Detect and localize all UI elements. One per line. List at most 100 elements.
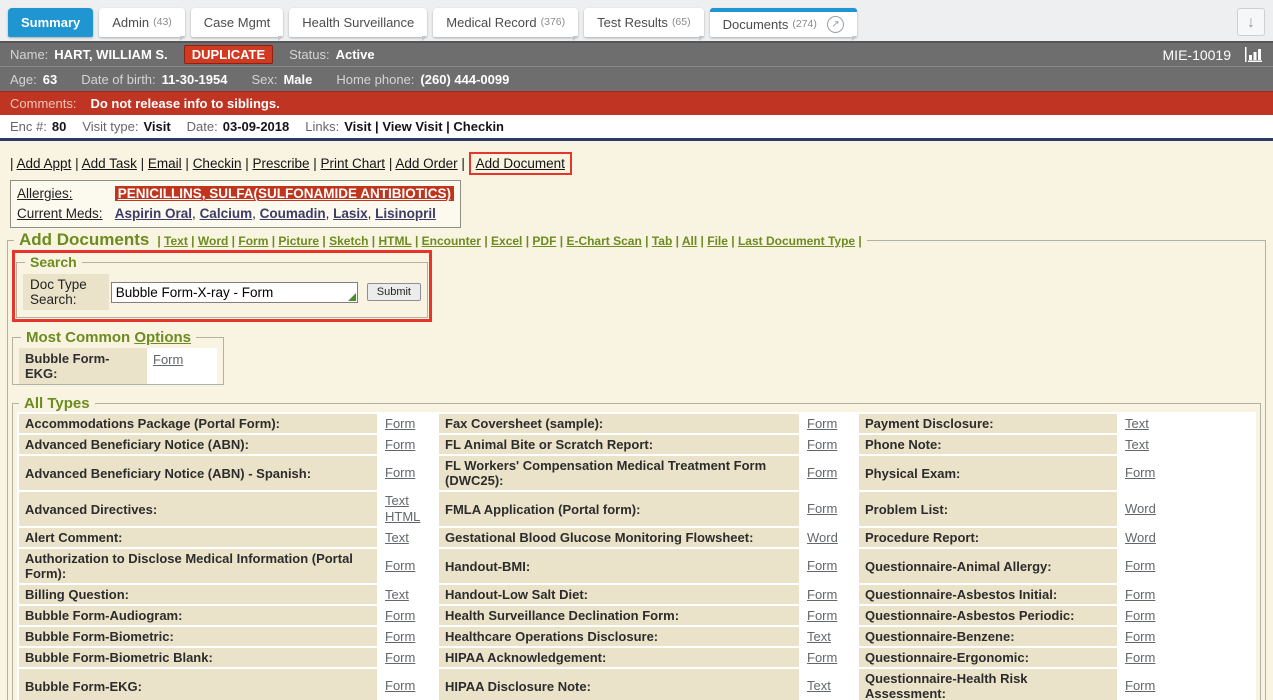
action-prescribe[interactable]: Prescribe — [252, 156, 309, 171]
doc-link-bubble-form-biometric-blank-form[interactable]: Form — [385, 650, 415, 666]
quick-link-html[interactable]: HTML — [379, 234, 412, 248]
doc-link-problem-list-word[interactable]: Word — [1125, 501, 1156, 517]
doc-link-advanced-directives-text[interactable]: Text — [385, 493, 409, 509]
quick-link-excel[interactable]: Excel — [491, 234, 522, 248]
doc-link-phone-note-text[interactable]: Text — [1125, 437, 1149, 453]
download-chart-button[interactable]: ↓ — [1237, 8, 1265, 36]
encounter-link-visit[interactable]: Visit — [344, 119, 371, 134]
action-print-chart[interactable]: Print Chart — [321, 156, 386, 171]
doc-link-physical-exam-form[interactable]: Form — [1125, 465, 1155, 481]
separator: | — [672, 234, 682, 248]
allergies-link[interactable]: Allergies: — [17, 184, 111, 204]
doc-link-questionnaire-animal-allergy-form[interactable]: Form — [1125, 558, 1155, 574]
open-in-new-icon[interactable]: ↗ — [827, 16, 844, 33]
encounter-link-checkin[interactable]: Checkin — [453, 119, 504, 134]
most-common-form-link[interactable]: Form — [153, 352, 183, 367]
doc-link-questionnaire-health-risk-assessment-form[interactable]: Form — [1125, 678, 1155, 694]
allergy-value-link[interactable]: PENICILLINS, SULFA(SULFONAMIDE ANTIBIOTI… — [115, 186, 454, 201]
doc-link-hipaa-acknowledgement-form[interactable]: Form — [807, 650, 837, 666]
quick-link-form[interactable]: Form — [238, 234, 268, 248]
tab-documents[interactable]: Documents(274)↗ — [710, 8, 857, 37]
all-types-table: Accommodations Package (Portal Form):For… — [17, 412, 1256, 700]
doc-link-advanced-beneficiary-notice-abn-spanish-form[interactable]: Form — [385, 465, 415, 481]
doc-link-fax-coversheet-sample-form[interactable]: Form — [807, 416, 837, 432]
tab-summary[interactable]: Summary — [8, 8, 93, 37]
tab-count: (376) — [541, 8, 566, 37]
doc-type-search-input[interactable] — [111, 282, 358, 303]
tab-test-results[interactable]: Test Results(65) — [584, 8, 704, 37]
search-legend: Search — [25, 254, 82, 270]
quick-link-last-document-type[interactable]: Last Document Type — [738, 234, 855, 248]
quick-link-e-chart-scan[interactable]: E-Chart Scan — [566, 234, 641, 248]
doc-link-accommodations-package-portal-form-form[interactable]: Form — [385, 416, 415, 432]
quick-link-encounter[interactable]: Encounter — [422, 234, 481, 248]
quick-link-file[interactable]: File — [707, 234, 728, 248]
encounter-link-view-visit[interactable]: View Visit — [382, 119, 442, 134]
doc-link-alert-comment-text[interactable]: Text — [385, 530, 409, 546]
quick-link-pdf[interactable]: PDF — [532, 234, 556, 248]
quick-link-word[interactable]: Word — [198, 234, 228, 248]
action-checkin[interactable]: Checkin — [193, 156, 242, 171]
search-fieldset: Search Doc Type Search: Submit — [16, 254, 428, 318]
doc-link-healthcare-operations-disclosure-text[interactable]: Text — [807, 629, 831, 645]
doc-link-bubble-form-biometric-form[interactable]: Form — [385, 629, 415, 645]
quick-link-all[interactable]: All — [682, 234, 697, 248]
action-email[interactable]: Email — [148, 156, 182, 171]
doc-link-authorization-to-disclose-medical-information-portal-form-form[interactable]: Form — [385, 558, 415, 574]
doc-type-link-cell: Form — [801, 435, 857, 454]
med-link-aspirin-oral[interactable]: Aspirin Oral — [115, 206, 192, 221]
bar-chart-icon[interactable] — [1245, 47, 1263, 62]
doc-link-health-surveillance-declination-form-form[interactable]: Form — [807, 608, 837, 624]
current-meds-link[interactable]: Current Meds: — [17, 204, 111, 224]
quick-link-tab[interactable]: Tab — [652, 234, 672, 248]
doc-link-questionnaire-asbestos-initial-form[interactable]: Form — [1125, 587, 1155, 603]
med-link-coumadin[interactable]: Coumadin — [260, 206, 326, 221]
tab-health-surveillance[interactable]: Health Surveillance — [289, 8, 427, 37]
row-filler — [1177, 669, 1254, 700]
separator: | — [268, 234, 278, 248]
action-add-order[interactable]: Add Order — [395, 156, 457, 171]
action-add-document[interactable]: Add Document — [476, 156, 565, 171]
tab-case-mgmt[interactable]: Case Mgmt — [191, 8, 283, 37]
med-link-lasix[interactable]: Lasix — [333, 206, 368, 221]
doc-type-link-cell: Form — [801, 414, 857, 433]
doc-link-advanced-beneficiary-notice-abn-form[interactable]: Form — [385, 437, 415, 453]
doc-link-hipaa-disclosure-note-text[interactable]: Text — [807, 678, 831, 694]
tab-admin[interactable]: Admin(43) — [99, 8, 185, 37]
separator: , — [252, 206, 260, 221]
med-link-lisinopril[interactable]: Lisinopril — [375, 206, 436, 221]
doc-link-fl-workers-compensation-medical-treatment-form-dwc25-form[interactable]: Form — [807, 465, 837, 481]
action-add-task[interactable]: Add Task — [82, 156, 137, 171]
doc-link-questionnaire-ergonomic-form[interactable]: Form — [1125, 650, 1155, 666]
doc-link-questionnaire-benzene-form[interactable]: Form — [1125, 629, 1155, 645]
submit-button[interactable]: Submit — [367, 283, 421, 301]
quick-link-sketch[interactable]: Sketch — [329, 234, 368, 248]
doc-link-fmla-application-portal-form-form[interactable]: Form — [807, 501, 837, 517]
doc-link-questionnaire-asbestos-periodic-form[interactable]: Form — [1125, 608, 1155, 624]
enc-number-label: Enc #: — [10, 119, 47, 134]
quick-link-picture[interactable]: Picture — [278, 234, 319, 248]
doc-link-fl-animal-bite-or-scratch-report-form[interactable]: Form — [807, 437, 837, 453]
row-filler — [1177, 549, 1254, 583]
row-filler — [1177, 492, 1254, 526]
doc-type-row: Billing Question:TextHandout-Low Salt Di… — [19, 585, 1254, 604]
action-add-appt[interactable]: Add Appt — [17, 156, 72, 171]
doc-link-handout-low-salt-diet-form[interactable]: Form — [807, 587, 837, 603]
doc-link-gestational-blood-glucose-monitoring-flowsheet-word[interactable]: Word — [807, 530, 838, 546]
tab-label: Medical Record — [446, 8, 536, 37]
doc-link-payment-disclosure-text[interactable]: Text — [1125, 416, 1149, 432]
tab-medical-record[interactable]: Medical Record(376) — [433, 8, 578, 37]
doc-link-procedure-report-word[interactable]: Word — [1125, 530, 1156, 546]
doc-type-link-cell: Form — [379, 456, 437, 490]
med-link-calcium[interactable]: Calcium — [200, 206, 253, 221]
doc-link-handout-bmi-form[interactable]: Form — [807, 558, 837, 574]
doc-link-billing-question-text[interactable]: Text — [385, 587, 409, 603]
doc-link-advanced-directives-html[interactable]: HTML — [385, 509, 420, 525]
separator: | — [481, 234, 491, 248]
options-link[interactable]: Options — [134, 329, 191, 346]
doc-link-bubble-form-audiogram-form[interactable]: Form — [385, 608, 415, 624]
doc-link-bubble-form-ekg-form[interactable]: Form — [385, 678, 415, 694]
doc-type-label: Bubble Form-EKG: — [19, 669, 377, 700]
quick-link-text[interactable]: Text — [164, 234, 188, 248]
doc-type-link-cell: Form — [801, 648, 857, 667]
